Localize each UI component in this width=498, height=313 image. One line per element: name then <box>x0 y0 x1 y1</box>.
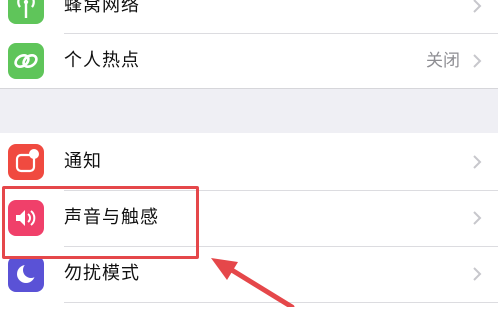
chevron-right-icon <box>470 53 484 69</box>
settings-row-notifications[interactable]: 通知 <box>0 134 498 190</box>
moon-icon <box>8 256 44 292</box>
chevron-right-icon <box>470 154 484 170</box>
settings-row-cellular[interactable]: 蜂窝网络 <box>0 0 498 34</box>
hotspot-chain-icon <box>8 43 44 79</box>
settings-row-label: 通知 <box>64 151 102 172</box>
settings-row-label: 个人热点 <box>64 50 140 71</box>
group-border <box>0 88 498 89</box>
hotspot-status-value: 关闭 <box>426 51 460 71</box>
notification-icon <box>8 144 44 180</box>
chevron-right-icon <box>470 210 484 226</box>
highlight-box <box>2 186 199 259</box>
settings-row-hotspot[interactable]: 个人热点 关闭 <box>0 33 498 89</box>
row-separator <box>64 302 498 303</box>
cellular-antenna-icon <box>8 0 44 24</box>
settings-row-label: 蜂窝网络 <box>64 0 140 16</box>
chevron-right-icon <box>470 0 484 14</box>
chevron-right-icon <box>470 266 484 282</box>
